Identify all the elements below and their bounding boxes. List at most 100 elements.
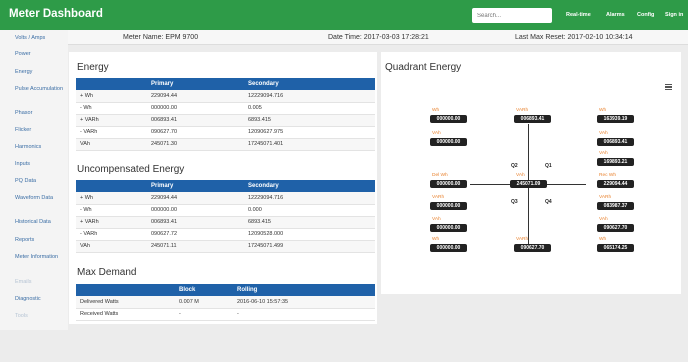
date-time: Date Time: 2017-03-03 17:28:21: [328, 34, 429, 41]
row-label: + VARh: [76, 216, 147, 229]
quadrant-cell-label: Wh: [599, 108, 607, 113]
top-navbar: Meter Dashboard Real-time Alarms Config …: [0, 0, 688, 30]
column-header: [76, 284, 175, 296]
sidebar-item-phasor[interactable]: Phasor: [15, 110, 65, 117]
search-input[interactable]: [472, 8, 552, 23]
sidebar-item-harmonics[interactable]: Harmonics: [15, 144, 65, 151]
nav-alarms[interactable]: Alarms: [606, 12, 625, 18]
secondary-value: 6893.415: [244, 216, 375, 229]
rolling-value: -: [233, 308, 375, 321]
block-value: -: [175, 308, 233, 321]
sidebar-item-historical[interactable]: Historical Data: [15, 219, 65, 226]
quadrant-tag-q1: Q1: [545, 163, 552, 169]
row-label: - Wh: [76, 204, 147, 217]
quadrant-cell-value: 065174.25: [597, 244, 634, 252]
row-label: - VARh: [76, 126, 147, 139]
sidebar-item-tools[interactable]: Tools: [15, 313, 65, 320]
uncompensated-table: Primary Secondary + Wh 229094.44 12229094.…: [76, 180, 375, 253]
column-header: [76, 180, 147, 192]
quadrant-cell-value: 000000.00: [430, 244, 467, 252]
secondary-value: 12229094.716: [244, 192, 375, 205]
column-header: Primary: [147, 78, 244, 90]
row-label: + Wh: [76, 192, 147, 205]
secondary-value: 12090528.000: [244, 228, 375, 241]
quadrant-tag-q3: Q3: [511, 199, 518, 205]
primary-value: 245071.11: [147, 240, 244, 253]
rolling-value: 2016-06-10 15:57:35: [233, 296, 375, 309]
table-header-row: Primary Secondary: [76, 180, 375, 192]
column-header: Block: [175, 284, 233, 296]
quadrant-cell-value: 090627.70: [514, 244, 551, 252]
quadrant-cell-label: VAh: [599, 131, 608, 136]
table-row: + VARh 006893.41 6893.415: [76, 216, 375, 229]
secondary-value: 6893.415: [244, 114, 375, 127]
table-row: VAh 245071.30 17245071.401: [76, 138, 375, 151]
sidebar-item-meter-info[interactable]: Meter Information: [15, 254, 65, 261]
nav-signin[interactable]: Sign in: [665, 12, 683, 18]
meter-name: Meter Name: EPM 9700: [123, 34, 199, 41]
quadrant-cell-value: 000000.00: [430, 138, 467, 146]
row-label: Received Watts: [76, 308, 175, 321]
quadrant-tag-q2: Q2: [511, 163, 518, 169]
quadrant-cell-value: 006893.41: [597, 138, 634, 146]
quadrant-cell-label: Wh: [599, 237, 607, 242]
quadrant-cell-label: VARh: [599, 195, 612, 200]
app-title[interactable]: Meter Dashboard: [9, 8, 103, 20]
quadrant-cell-label: VAh: [516, 173, 525, 178]
primary-value: 090627.72: [147, 228, 244, 241]
table-row: + Wh 229094.44 12229094.716: [76, 192, 375, 205]
quadrant-cell-label: Wh: [432, 237, 440, 242]
table-header-row: Primary Secondary: [76, 78, 375, 90]
quadrant-cell-value: 000000.00: [430, 115, 467, 123]
sidebar-item-waveform[interactable]: Waveform Data: [15, 195, 65, 202]
column-header: [76, 78, 147, 90]
quadrant-cell-value: 090627.70: [597, 224, 634, 232]
row-label: - VARh: [76, 228, 147, 241]
column-header: Rolling: [233, 284, 375, 296]
sidebar-item-inputs[interactable]: Inputs: [15, 161, 65, 168]
secondary-value: 17245071.499: [244, 240, 375, 253]
sidebar-item-power[interactable]: Power: [15, 51, 65, 58]
table-header-row: Block Rolling: [76, 284, 375, 296]
quadrant-cell-value: 000000.00: [430, 224, 467, 232]
row-label: + Wh: [76, 90, 147, 103]
quadrant-cell-label: VARh: [432, 195, 445, 200]
table-row: + VARh 006893.41 6893.415: [76, 114, 375, 127]
row-label: VAh: [76, 138, 147, 151]
quadrant-cell-label: Rec Wh: [599, 173, 617, 178]
quadrant-cell-label: VAh: [432, 131, 441, 136]
sidebar-item-pulse[interactable]: Pulse Accumulation: [15, 86, 65, 93]
table-row: - VARh 090627.70 12090627.975: [76, 126, 375, 139]
quadrant-cell-label: VARh: [516, 108, 529, 113]
sidebar-item-flicker[interactable]: Flicker: [15, 127, 65, 134]
max-demand-title: Max Demand: [77, 267, 137, 278]
sidebar-item-energy[interactable]: Energy: [15, 69, 65, 76]
quadrant-cell-label: VAh: [599, 217, 608, 222]
table-row: - Wh 000000.00 0.005: [76, 102, 375, 115]
quadrant-cell-value: 000000.00: [430, 202, 467, 210]
row-label: Delivered Watts: [76, 296, 175, 309]
secondary-value: 0.005: [244, 102, 375, 115]
table-row: - Wh 000000.00 0.000: [76, 204, 375, 217]
quadrant-cell-value: 229094.44: [597, 180, 634, 188]
quadrant-cell-value: 083987.37: [597, 202, 634, 210]
sidebar-item-emails[interactable]: Emails: [15, 279, 65, 286]
sidebar-item-diagnostic[interactable]: Diagnostic: [15, 296, 65, 303]
meter-info-bar: Meter Name: EPM 9700 Date Time: 2017-03-…: [68, 30, 688, 45]
sidebar-item-volts-amps[interactable]: Volts / Amps: [15, 35, 65, 42]
secondary-value: 12090627.975: [244, 126, 375, 139]
nav-config[interactable]: Config: [637, 12, 654, 18]
primary-value: 229094.44: [147, 90, 244, 103]
sidebar-item-pq-data[interactable]: PQ Data: [15, 178, 65, 185]
table-row: Delivered Watts 0.007 M 2016-06-10 15:57:3…: [76, 296, 375, 309]
hamburger-menu-icon[interactable]: [665, 84, 672, 90]
nav-realtime[interactable]: Real-time: [566, 12, 591, 18]
quadrant-title: Quadrant Energy: [385, 62, 462, 73]
table-row: - VARh 090627.72 12090528.000: [76, 228, 375, 241]
primary-value: 090627.70: [147, 126, 244, 139]
sidebar-item-reports[interactable]: Reports: [15, 237, 65, 244]
energy-table: Primary Secondary + Wh 229094.44 12229094.…: [76, 78, 375, 151]
quadrant-cell-label: VARh: [516, 237, 529, 242]
table-row: + Wh 229094.44 12229094.716: [76, 90, 375, 103]
quadrant-panel: [381, 52, 681, 294]
